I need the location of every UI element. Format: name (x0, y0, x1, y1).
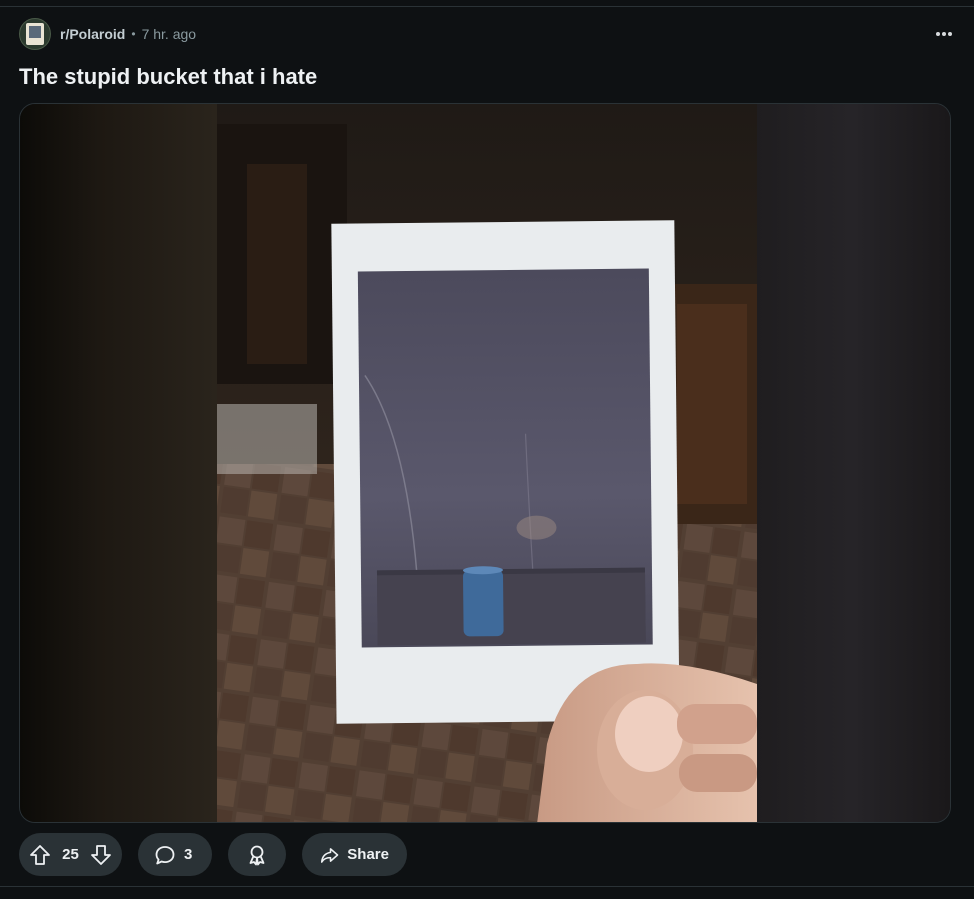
subreddit-avatar[interactable] (19, 18, 51, 50)
separator-dot: • (131, 27, 136, 41)
vote-count: 25 (62, 846, 79, 863)
media-blur-left (20, 104, 217, 822)
post-header: r/Polaroid • 7 hr. ago (19, 17, 959, 51)
polaroid-logo-icon (26, 23, 44, 45)
comment-bubble-icon (155, 845, 175, 864)
share-arrow-icon (320, 847, 339, 863)
top-divider (0, 6, 974, 7)
post-photo[interactable] (217, 104, 757, 823)
comment-count: 3 (184, 846, 193, 863)
vote-control: 25 (19, 833, 122, 876)
subreddit-link[interactable]: r/Polaroid (60, 26, 125, 42)
post-media[interactable] (19, 103, 951, 823)
more-options-button[interactable] (929, 19, 959, 49)
media-blur-right (755, 104, 950, 822)
comments-button[interactable]: 3 (138, 833, 212, 876)
share-label: Share (347, 846, 389, 863)
post-actions: 25 3 Share (19, 833, 423, 876)
award-button[interactable] (228, 833, 286, 876)
share-button[interactable]: Share (302, 833, 407, 876)
bottom-divider (0, 886, 974, 887)
post-timestamp: 7 hr. ago (141, 26, 197, 42)
post-title[interactable]: The stupid bucket that i hate (19, 64, 317, 90)
award-ribbon-icon (249, 845, 265, 865)
upvote-arrow-icon[interactable] (29, 844, 51, 866)
more-options-icon (936, 32, 952, 36)
downvote-arrow-icon[interactable] (90, 844, 112, 866)
